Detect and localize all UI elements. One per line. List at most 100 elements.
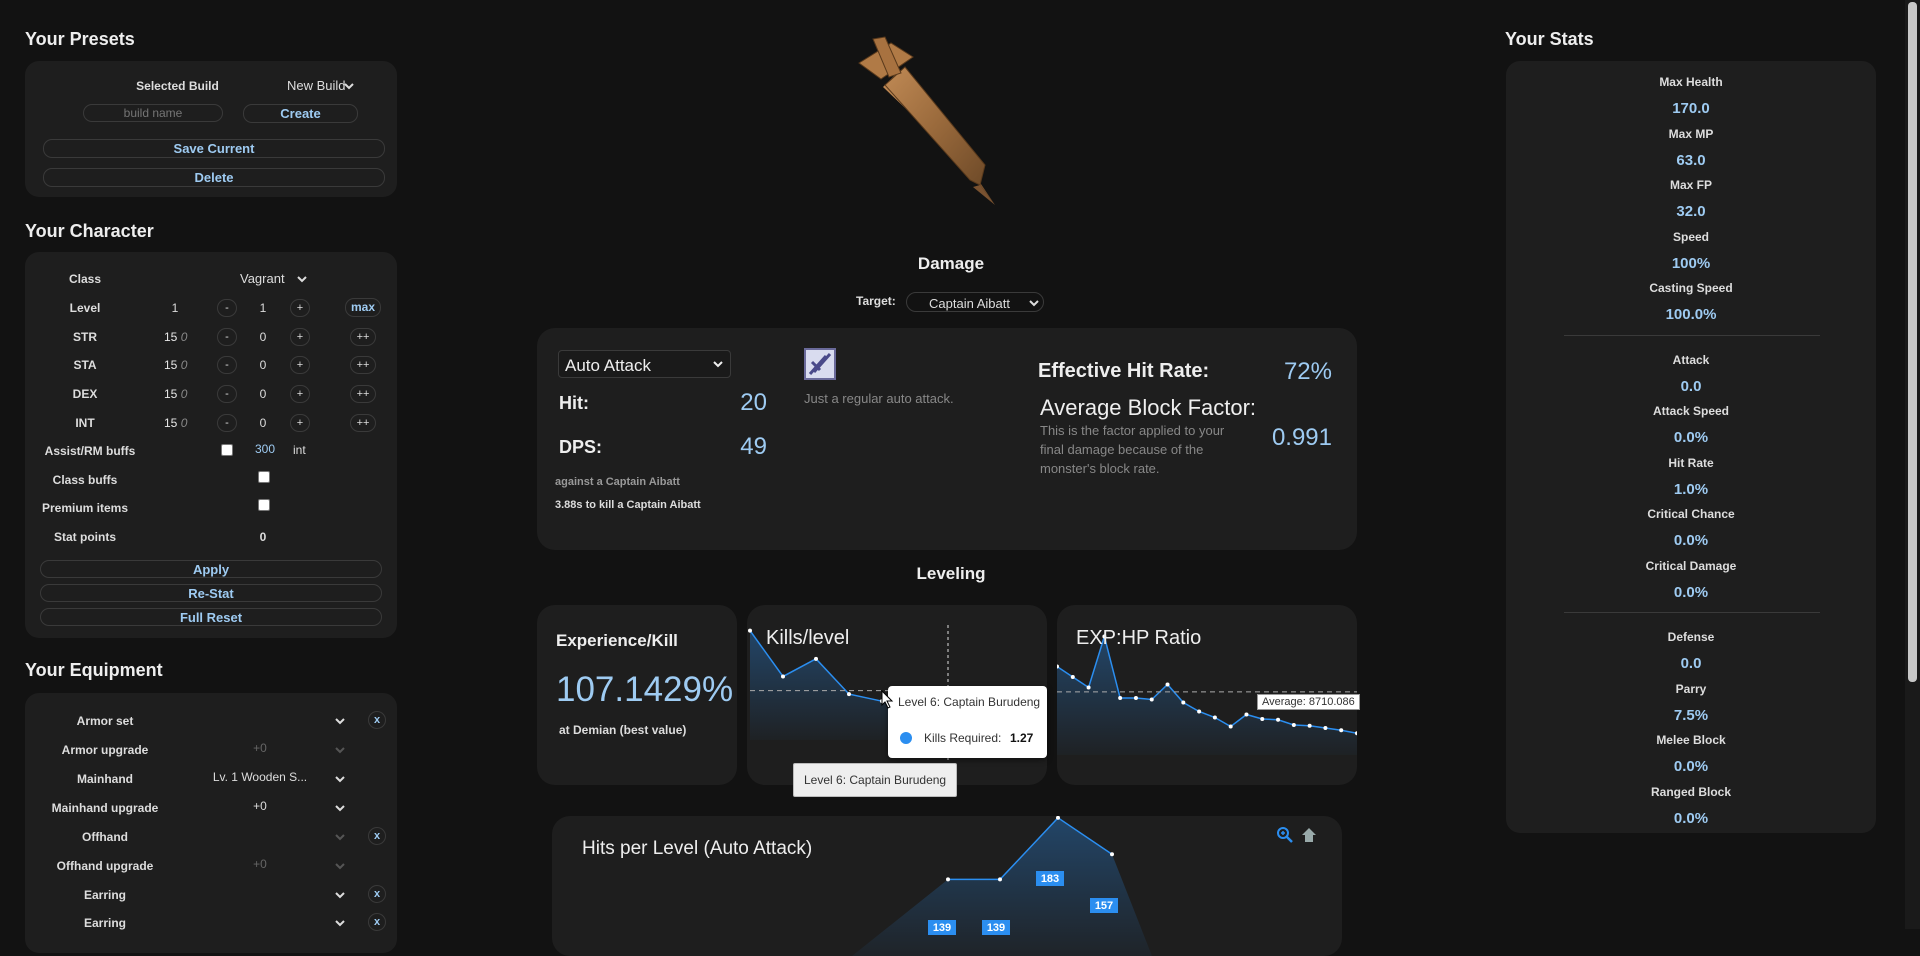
int-plusplus-button[interactable]: ++	[350, 414, 376, 432]
int-value[interactable]: 0	[248, 416, 278, 430]
chevron-down-icon	[335, 776, 345, 783]
stat-label: Casting Speed	[1649, 281, 1733, 295]
stat-label: Attack	[1672, 352, 1710, 367]
equipment-title: Your Equipment	[25, 660, 163, 680]
chevron-down-icon	[344, 83, 354, 90]
int-plus-button[interactable]: +	[290, 414, 310, 432]
chevron-down-icon	[1029, 300, 1039, 307]
full-reset-button[interactable]: Full Reset	[40, 608, 382, 626]
sta-minus-button[interactable]: -	[217, 356, 237, 374]
str-minus-button[interactable]: -	[217, 328, 237, 346]
armor-set-select[interactable]	[185, 712, 355, 730]
sword-icon	[858, 36, 995, 205]
create-button[interactable]: Create	[243, 104, 358, 123]
int-minus-button[interactable]: -	[217, 414, 237, 432]
stat-label: Parry	[1675, 681, 1707, 696]
data-point[interactable]	[1323, 726, 1328, 730]
stat-value: 0.0%	[1673, 429, 1709, 446]
data-point[interactable]	[1197, 709, 1202, 714]
earring-remove-button[interactable]: x	[368, 885, 386, 903]
stat-label: Speed	[1672, 229, 1709, 244]
str-plusplus-button[interactable]: ++	[350, 328, 376, 346]
dex-value[interactable]: 0	[248, 387, 278, 401]
data-point[interactable]	[1133, 696, 1138, 700]
data-point[interactable]	[1339, 728, 1344, 733]
class-select[interactable]: Vagrant	[230, 270, 320, 288]
save-current-button[interactable]: Save Current	[43, 139, 385, 158]
sta-plusplus-button[interactable]: ++	[350, 356, 376, 374]
armor-upgrade-label: Armor upgrade	[61, 743, 149, 757]
dex-plus-button[interactable]: +	[290, 385, 310, 403]
data-point[interactable]	[1149, 697, 1154, 702]
data-point[interactable]	[781, 674, 785, 679]
data-point[interactable]	[1165, 682, 1170, 687]
sta-value[interactable]: 0	[248, 358, 278, 372]
data-point[interactable]	[814, 656, 818, 661]
stat-base: 15 0	[164, 358, 188, 372]
offhand-upgrade-select[interactable]: +0	[185, 857, 355, 875]
hits-per-level-chart: 139 139 183 157	[852, 816, 1152, 956]
stat-value: 32.0	[1676, 203, 1706, 220]
skill-select[interactable]: Auto Attack	[558, 350, 731, 378]
data-point[interactable]	[1070, 675, 1075, 679]
level-label: Level	[69, 301, 101, 315]
series-area	[852, 817, 1152, 956]
scrollbar-thumb[interactable]	[1908, 2, 1917, 682]
data-label: 183	[1041, 873, 1059, 885]
stats-divider	[1564, 612, 1820, 613]
class-buffs-checkbox[interactable]	[258, 471, 270, 483]
armor-upgrade-select[interactable]: +0	[185, 741, 355, 759]
tooltip-title: Level 6: Captain Burudeng	[898, 695, 1041, 709]
data-point[interactable]	[1228, 724, 1233, 729]
earring-select[interactable]	[185, 886, 355, 904]
effective-hit-rate-label: Effective Hit Rate:	[1038, 360, 1210, 382]
apply-button[interactable]: Apply	[40, 560, 382, 578]
data-point[interactable]	[847, 692, 851, 697]
target-select[interactable]: Captain Aibatt	[906, 292, 1044, 312]
dex-minus-button[interactable]: -	[217, 385, 237, 403]
level-value[interactable]: 1	[248, 301, 278, 315]
presets-panel: Selected Build New Build Create Save Cur…	[25, 61, 397, 197]
str-plus-button[interactable]: +	[290, 328, 310, 346]
offhand-remove-button[interactable]: x	[368, 827, 386, 845]
data-point[interactable]	[1118, 696, 1123, 700]
armor-set-remove-button[interactable]: x	[368, 711, 386, 729]
premium-items-checkbox[interactable]	[258, 499, 270, 511]
stat-label: Max FP	[1669, 178, 1712, 192]
stat-value: 0.0%	[1673, 809, 1709, 827]
build-name-input[interactable]	[83, 104, 223, 122]
delete-button[interactable]: Delete	[43, 168, 385, 187]
mainhand-label: Mainhand	[77, 772, 133, 786]
earring-remove-button[interactable]: x	[368, 913, 386, 931]
level-plus-button[interactable]: +	[290, 299, 310, 317]
mainhand-upgrade-select[interactable]: +0	[185, 799, 355, 817]
data-point[interactable]	[1212, 715, 1217, 720]
data-point	[998, 877, 1002, 882]
data-point[interactable]	[1244, 712, 1249, 717]
level-base: 1	[171, 301, 179, 315]
mainhand-select[interactable]: Lv. 1 Wooden S...	[185, 770, 355, 788]
presets-title: Your Presets	[25, 29, 135, 49]
earring-select[interactable]	[185, 914, 355, 932]
scrollbar-track[interactable]	[1905, 0, 1920, 929]
exp-hp-ratio-title: EXP:HP Ratio	[1076, 627, 1202, 649]
data-point[interactable]	[748, 628, 752, 633]
data-point[interactable]	[1260, 717, 1265, 721]
offhand-select[interactable]	[185, 828, 355, 846]
experience-per-kill-title: Experience/Kill	[556, 631, 678, 650]
hit-label: Hit:	[559, 393, 589, 413]
restat-button[interactable]: Re-Stat	[40, 584, 382, 602]
data-point[interactable]	[1276, 717, 1281, 722]
data-point[interactable]	[1181, 700, 1186, 705]
data-point[interactable]	[1307, 723, 1312, 728]
level-max-button[interactable]: max	[345, 298, 381, 317]
str-value[interactable]: 0	[248, 330, 278, 344]
assist-int-input[interactable]: 300	[247, 442, 283, 456]
level-minus-button[interactable]: -	[217, 299, 237, 317]
data-point[interactable]	[1086, 685, 1091, 690]
selected-build-select[interactable]: New Build	[260, 77, 375, 95]
assist-buffs-checkbox[interactable]	[221, 444, 233, 456]
data-point[interactable]	[1291, 723, 1296, 727]
sta-plus-button[interactable]: +	[290, 356, 310, 374]
dex-plusplus-button[interactable]: ++	[350, 385, 376, 403]
